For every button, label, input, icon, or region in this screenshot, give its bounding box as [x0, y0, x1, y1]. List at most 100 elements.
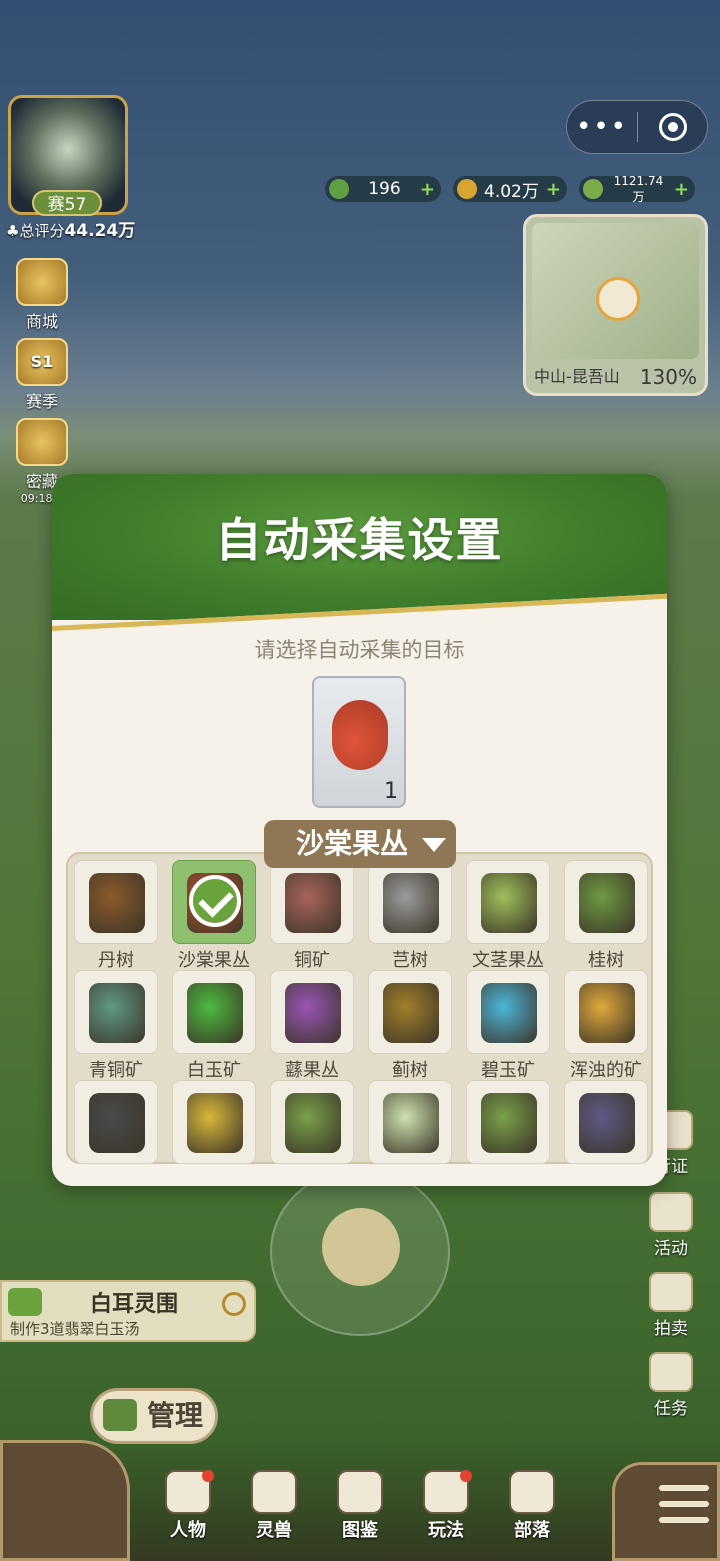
- gather-target-item[interactable]: 蓟树: [368, 970, 452, 1081]
- gather-target-tile: [74, 860, 158, 944]
- gather-target-item[interactable]: [270, 1080, 354, 1186]
- nav-character[interactable]: 人物: [152, 1470, 224, 1542]
- task-label: 任务: [654, 1399, 688, 1419]
- gather-target-label: 丹树: [98, 950, 134, 971]
- target-dropdown[interactable]: 沙棠果丛: [264, 820, 456, 868]
- gather-target-item[interactable]: 文茎果丛: [466, 860, 550, 971]
- auction-button[interactable]: 拍卖: [640, 1272, 702, 1339]
- gather-target-label: 蘨果丛: [285, 1060, 339, 1081]
- nav-tribe[interactable]: 部落: [496, 1470, 568, 1542]
- event-icon: [649, 1192, 693, 1232]
- season-icon: S1: [16, 338, 68, 386]
- gather-target-tile: [270, 970, 354, 1054]
- quest-track-toggle[interactable]: [222, 1292, 246, 1316]
- gather-target-item[interactable]: [466, 1080, 550, 1186]
- gather-target-item[interactable]: 青铜矿: [74, 970, 158, 1081]
- gather-target-item[interactable]: 白玉矿: [172, 970, 256, 1081]
- gather-target-item[interactable]: 丹树: [74, 860, 158, 971]
- resource-icon: [89, 1093, 145, 1153]
- gather-target-item[interactable]: 蘨果丛: [270, 970, 354, 1081]
- gather-target-item[interactable]: 桂树: [564, 860, 648, 971]
- menu-line: [659, 1517, 709, 1523]
- player-level-badge: 赛57: [32, 190, 102, 216]
- gather-target-tile: [172, 860, 256, 944]
- camera-icon: [251, 1470, 297, 1514]
- more-menu-button[interactable]: •••: [567, 112, 637, 142]
- manage-button[interactable]: 管理: [90, 1388, 218, 1444]
- quest-description: 制作3道翡翠白玉汤: [10, 1320, 140, 1338]
- resource-icon: [285, 1093, 341, 1153]
- gather-target-tile: [172, 970, 256, 1054]
- auction-label: 拍卖: [654, 1319, 688, 1339]
- auction-icon: [649, 1272, 693, 1312]
- main-menu-button[interactable]: [612, 1462, 720, 1561]
- add-icon[interactable]: +: [674, 179, 689, 200]
- shop-icon: [16, 258, 68, 306]
- target-icon: [658, 113, 687, 141]
- close-program-button[interactable]: [638, 113, 707, 141]
- joystick-knob[interactable]: [322, 1208, 400, 1286]
- gather-target-tile: [368, 970, 452, 1054]
- people-icon: ♣: [6, 222, 20, 240]
- add-icon[interactable]: +: [546, 179, 561, 200]
- score-label: 总评分: [19, 222, 65, 240]
- gather-target-label: 碧玉矿: [481, 1060, 535, 1081]
- season-label: 赛季: [25, 392, 58, 411]
- task-button[interactable]: 任务: [640, 1352, 702, 1419]
- chat-icon: [649, 1352, 693, 1392]
- shop-button[interactable]: 商城: [10, 258, 74, 332]
- nav-handbook[interactable]: 图鉴: [324, 1470, 396, 1542]
- nav-label: 图鉴: [342, 1520, 378, 1541]
- gather-target-tile: [74, 970, 158, 1054]
- minimap-percent: 130%: [639, 365, 697, 389]
- jade-icon: [329, 179, 349, 199]
- resource-jade[interactable]: 196 +: [325, 176, 441, 202]
- nav-label: 部落: [514, 1520, 550, 1541]
- tree-button[interactable]: [0, 1440, 130, 1561]
- chat-icon: [8, 1288, 42, 1316]
- auto-gather-dialog: 自动采集设置 请选择自动采集的目标 1 丹树 沙棠果丛 铜矿 芑树 文茎果丛 桂树 青铜矿白…: [52, 474, 667, 1186]
- gather-target-item[interactable]: [74, 1080, 158, 1186]
- gather-target-tile: [564, 860, 648, 944]
- gather-target-tile: [74, 1080, 158, 1164]
- resource-icon: [579, 983, 635, 1043]
- target-grid: 丹树 沙棠果丛 铜矿 芑树 文茎果丛 桂树青铜矿 白玉矿 蘨果丛 蓟树 碧玉矿 浑浊的矿: [66, 852, 653, 1164]
- resource-icon: [481, 873, 537, 933]
- season-button[interactable]: S1 赛季: [10, 338, 74, 412]
- book-icon: [337, 1470, 383, 1514]
- resource-value: 4.02万: [484, 181, 539, 202]
- nav-gameplay[interactable]: 玩法: [410, 1470, 482, 1542]
- gather-target-label: 芑树: [392, 950, 428, 971]
- resource-icon: [481, 1093, 537, 1153]
- nav-label: 人物: [170, 1520, 206, 1541]
- gather-target-item[interactable]: [172, 1080, 256, 1186]
- gather-target-label: 文茎果丛: [472, 950, 544, 971]
- resource-leaf[interactable]: 1121.74万 +: [579, 174, 695, 204]
- gather-target-item[interactable]: [368, 1080, 452, 1186]
- resource-icon: [383, 983, 439, 1043]
- quest-tracker[interactable]: 白耳灵围 制作3道翡翠白玉汤: [0, 1280, 256, 1342]
- gold-icon: [457, 179, 477, 199]
- gather-target-label: 青铜矿: [89, 1060, 143, 1081]
- gather-target-label: 桂树: [588, 950, 624, 971]
- resource-icon: [383, 1093, 439, 1153]
- nav-label: 玩法: [428, 1520, 464, 1541]
- event-button[interactable]: 活动: [640, 1192, 702, 1259]
- nav-beast[interactable]: 灵兽: [238, 1470, 310, 1542]
- player-score: ♣总评分44.24万: [6, 216, 135, 241]
- gather-target-item[interactable]: [564, 1080, 648, 1186]
- resource-gold[interactable]: 4.02万 +: [453, 176, 567, 202]
- event-label: 活动: [654, 1239, 688, 1259]
- gather-target-tile: [172, 1080, 256, 1164]
- minimap-location: 中山-昆吾山: [534, 367, 620, 386]
- gather-target-item[interactable]: 碧玉矿: [466, 970, 550, 1081]
- gather-target-item[interactable]: 沙棠果丛: [172, 860, 256, 971]
- gather-target-tile: [466, 1080, 550, 1164]
- quest-title: 白耳灵围: [90, 1292, 179, 1317]
- gather-target-item[interactable]: 芑树: [368, 860, 452, 971]
- gather-target-item[interactable]: 铜矿: [270, 860, 354, 971]
- gather-target-item[interactable]: 浑浊的矿: [564, 970, 648, 1081]
- gather-target-tile: [270, 860, 354, 944]
- minimap[interactable]: 中山-昆吾山 130%: [523, 214, 708, 396]
- add-icon[interactable]: +: [420, 179, 435, 200]
